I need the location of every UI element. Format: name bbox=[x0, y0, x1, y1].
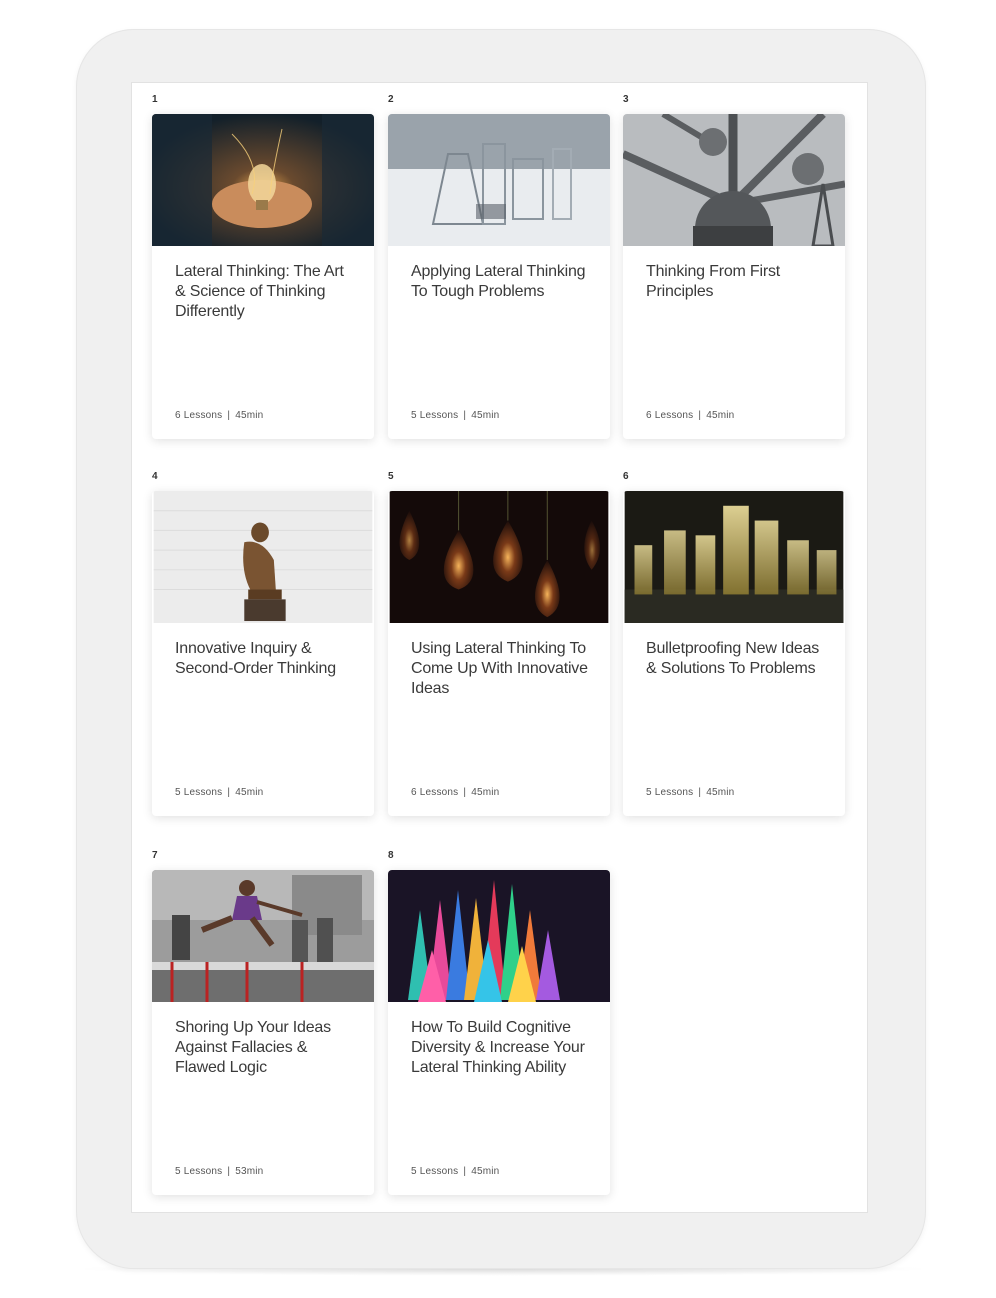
lab-glassware-image bbox=[388, 114, 610, 246]
course-number: 4 bbox=[152, 471, 158, 482]
lesson-count: 5 Lessons bbox=[175, 1166, 223, 1177]
course-card[interactable]: Applying Lateral Thinking To Tough Probl… bbox=[388, 114, 610, 439]
lesson-count: 5 Lessons bbox=[646, 787, 694, 798]
course-meta: 5 Lessons | 45min bbox=[175, 787, 263, 798]
course-thumbnail[interactable] bbox=[152, 114, 374, 246]
course-duration: 45min bbox=[471, 787, 500, 798]
lesson-count: 5 Lessons bbox=[175, 787, 223, 798]
colored-pencils-image bbox=[388, 870, 610, 1002]
course-card[interactable]: Thinking From First Principles 6 Lessons… bbox=[623, 114, 845, 439]
course-card[interactable]: How To Build Cognitive Diversity & Incre… bbox=[388, 870, 610, 1195]
course-thumbnail[interactable] bbox=[623, 491, 845, 623]
course-meta: 5 Lessons | 45min bbox=[646, 787, 734, 798]
course-thumbnail[interactable] bbox=[152, 870, 374, 1002]
course-title[interactable]: Lateral Thinking: The Art & Science of T… bbox=[175, 262, 355, 322]
lesson-count: 5 Lessons bbox=[411, 1166, 459, 1177]
meta-separator: | bbox=[227, 410, 231, 421]
course-title[interactable]: How To Build Cognitive Diversity & Incre… bbox=[411, 1018, 591, 1078]
glass-blocks-image bbox=[624, 491, 844, 623]
course-title[interactable]: Applying Lateral Thinking To Tough Probl… bbox=[411, 262, 591, 302]
meta-separator: | bbox=[698, 410, 702, 421]
course-thumbnail[interactable] bbox=[388, 114, 610, 246]
course-thumbnail[interactable] bbox=[388, 870, 610, 1002]
course-number: 5 bbox=[388, 471, 394, 482]
course-card[interactable]: Using Lateral Thinking To Come Up With I… bbox=[388, 491, 610, 816]
meta-separator: | bbox=[463, 1166, 467, 1177]
lesson-count: 6 Lessons bbox=[175, 410, 223, 421]
course-thumbnail[interactable] bbox=[623, 114, 845, 246]
course-number: 1 bbox=[152, 94, 158, 105]
hurdler-image bbox=[152, 870, 374, 1002]
thinker-statue-image bbox=[153, 491, 373, 623]
course-title[interactable]: Using Lateral Thinking To Come Up With I… bbox=[411, 639, 591, 699]
course-duration: 53min bbox=[235, 1166, 264, 1177]
meta-separator: | bbox=[698, 787, 702, 798]
course-title[interactable]: Shoring Up Your Ideas Against Fallacies … bbox=[175, 1018, 355, 1078]
lesson-count: 6 Lessons bbox=[411, 787, 459, 798]
course-duration: 45min bbox=[235, 787, 264, 798]
course-card[interactable]: Lateral Thinking: The Art & Science of T… bbox=[152, 114, 374, 439]
course-meta: 6 Lessons | 45min bbox=[646, 410, 734, 421]
course-duration: 45min bbox=[706, 787, 735, 798]
course-thumbnail[interactable] bbox=[388, 491, 610, 623]
course-card[interactable]: Shoring Up Your Ideas Against Fallacies … bbox=[152, 870, 374, 1195]
course-meta: 5 Lessons | 45min bbox=[411, 410, 499, 421]
course-number: 6 bbox=[623, 471, 629, 482]
course-duration: 45min bbox=[471, 1166, 500, 1177]
course-card[interactable]: Innovative Inquiry & Second-Order Thinki… bbox=[152, 491, 374, 816]
course-duration: 45min bbox=[235, 410, 264, 421]
glowing-bulbs-image bbox=[389, 491, 609, 623]
meta-separator: | bbox=[227, 1166, 231, 1177]
lesson-count: 6 Lessons bbox=[646, 410, 694, 421]
course-meta: 6 Lessons | 45min bbox=[175, 410, 263, 421]
course-meta: 5 Lessons | 53min bbox=[175, 1166, 263, 1177]
course-number: 2 bbox=[388, 94, 394, 105]
meta-separator: | bbox=[227, 787, 231, 798]
meta-separator: | bbox=[463, 410, 467, 421]
course-title[interactable]: Thinking From First Principles bbox=[646, 262, 826, 302]
course-title[interactable]: Innovative Inquiry & Second-Order Thinki… bbox=[175, 639, 355, 679]
atomium-structure-image bbox=[623, 114, 845, 246]
course-number: 3 bbox=[623, 94, 629, 105]
course-number: 7 bbox=[152, 850, 158, 861]
lesson-count: 5 Lessons bbox=[411, 410, 459, 421]
course-duration: 45min bbox=[706, 410, 735, 421]
course-thumbnail[interactable] bbox=[152, 491, 374, 623]
hands-lightbulb-image bbox=[152, 114, 374, 246]
course-card[interactable]: Bulletproofing New Ideas & Solutions To … bbox=[623, 491, 845, 816]
course-meta: 5 Lessons | 45min bbox=[411, 1166, 499, 1177]
course-number: 8 bbox=[388, 850, 394, 861]
course-title[interactable]: Bulletproofing New Ideas & Solutions To … bbox=[646, 639, 826, 679]
course-duration: 45min bbox=[471, 410, 500, 421]
course-meta: 6 Lessons | 45min bbox=[411, 787, 499, 798]
meta-separator: | bbox=[463, 787, 467, 798]
